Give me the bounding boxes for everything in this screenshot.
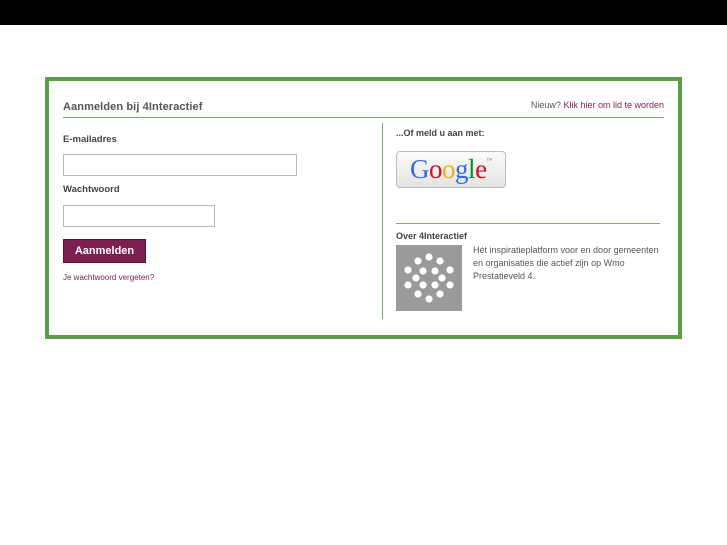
google-trademark: ™ xyxy=(486,158,493,164)
about-title: Over 4Interactief xyxy=(396,231,468,241)
google-letter: g xyxy=(455,154,469,184)
signup-prefix: Nieuw? xyxy=(530,100,561,110)
password-label: Wachtwoord xyxy=(63,184,120,195)
dialog-title: Aanmelden bij 4Interactief xyxy=(63,101,203,113)
dots-circle-logo-icon xyxy=(396,245,462,311)
about-description: Hét inspiratieplatform voor en door geme… xyxy=(473,245,659,281)
section-separator xyxy=(396,223,660,224)
or-login-label: ...Of meld u aan met: xyxy=(396,128,485,138)
google-letter: l xyxy=(468,154,476,184)
dialog-header: Aanmelden bij 4Interactief Nieuw? Klik h… xyxy=(63,95,664,118)
login-dialog: Aanmelden bij 4Interactief Nieuw? Klik h… xyxy=(45,77,682,339)
email-field[interactable] xyxy=(63,154,297,176)
google-letter: G xyxy=(410,154,430,184)
google-letter: o xyxy=(429,154,443,184)
google-letter: e xyxy=(475,154,487,184)
top-bar xyxy=(0,0,727,25)
google-login-button[interactable]: Google™ xyxy=(396,151,506,188)
email-label: E-mailadres xyxy=(63,134,117,145)
signup-prompt: Nieuw? Klik hier om lid te worden xyxy=(531,100,664,110)
signup-link[interactable]: Klik hier om lid te worden xyxy=(563,100,664,110)
column-divider xyxy=(382,123,383,319)
forgot-password-link[interactable]: Je wachtwoord vergeten? xyxy=(63,273,154,282)
google-letter: o xyxy=(442,154,456,184)
login-button[interactable]: Aanmelden xyxy=(63,239,146,263)
password-field[interactable] xyxy=(63,205,215,227)
dots-circle-logo-svg xyxy=(404,253,454,303)
google-logo: Google™ xyxy=(410,154,492,184)
